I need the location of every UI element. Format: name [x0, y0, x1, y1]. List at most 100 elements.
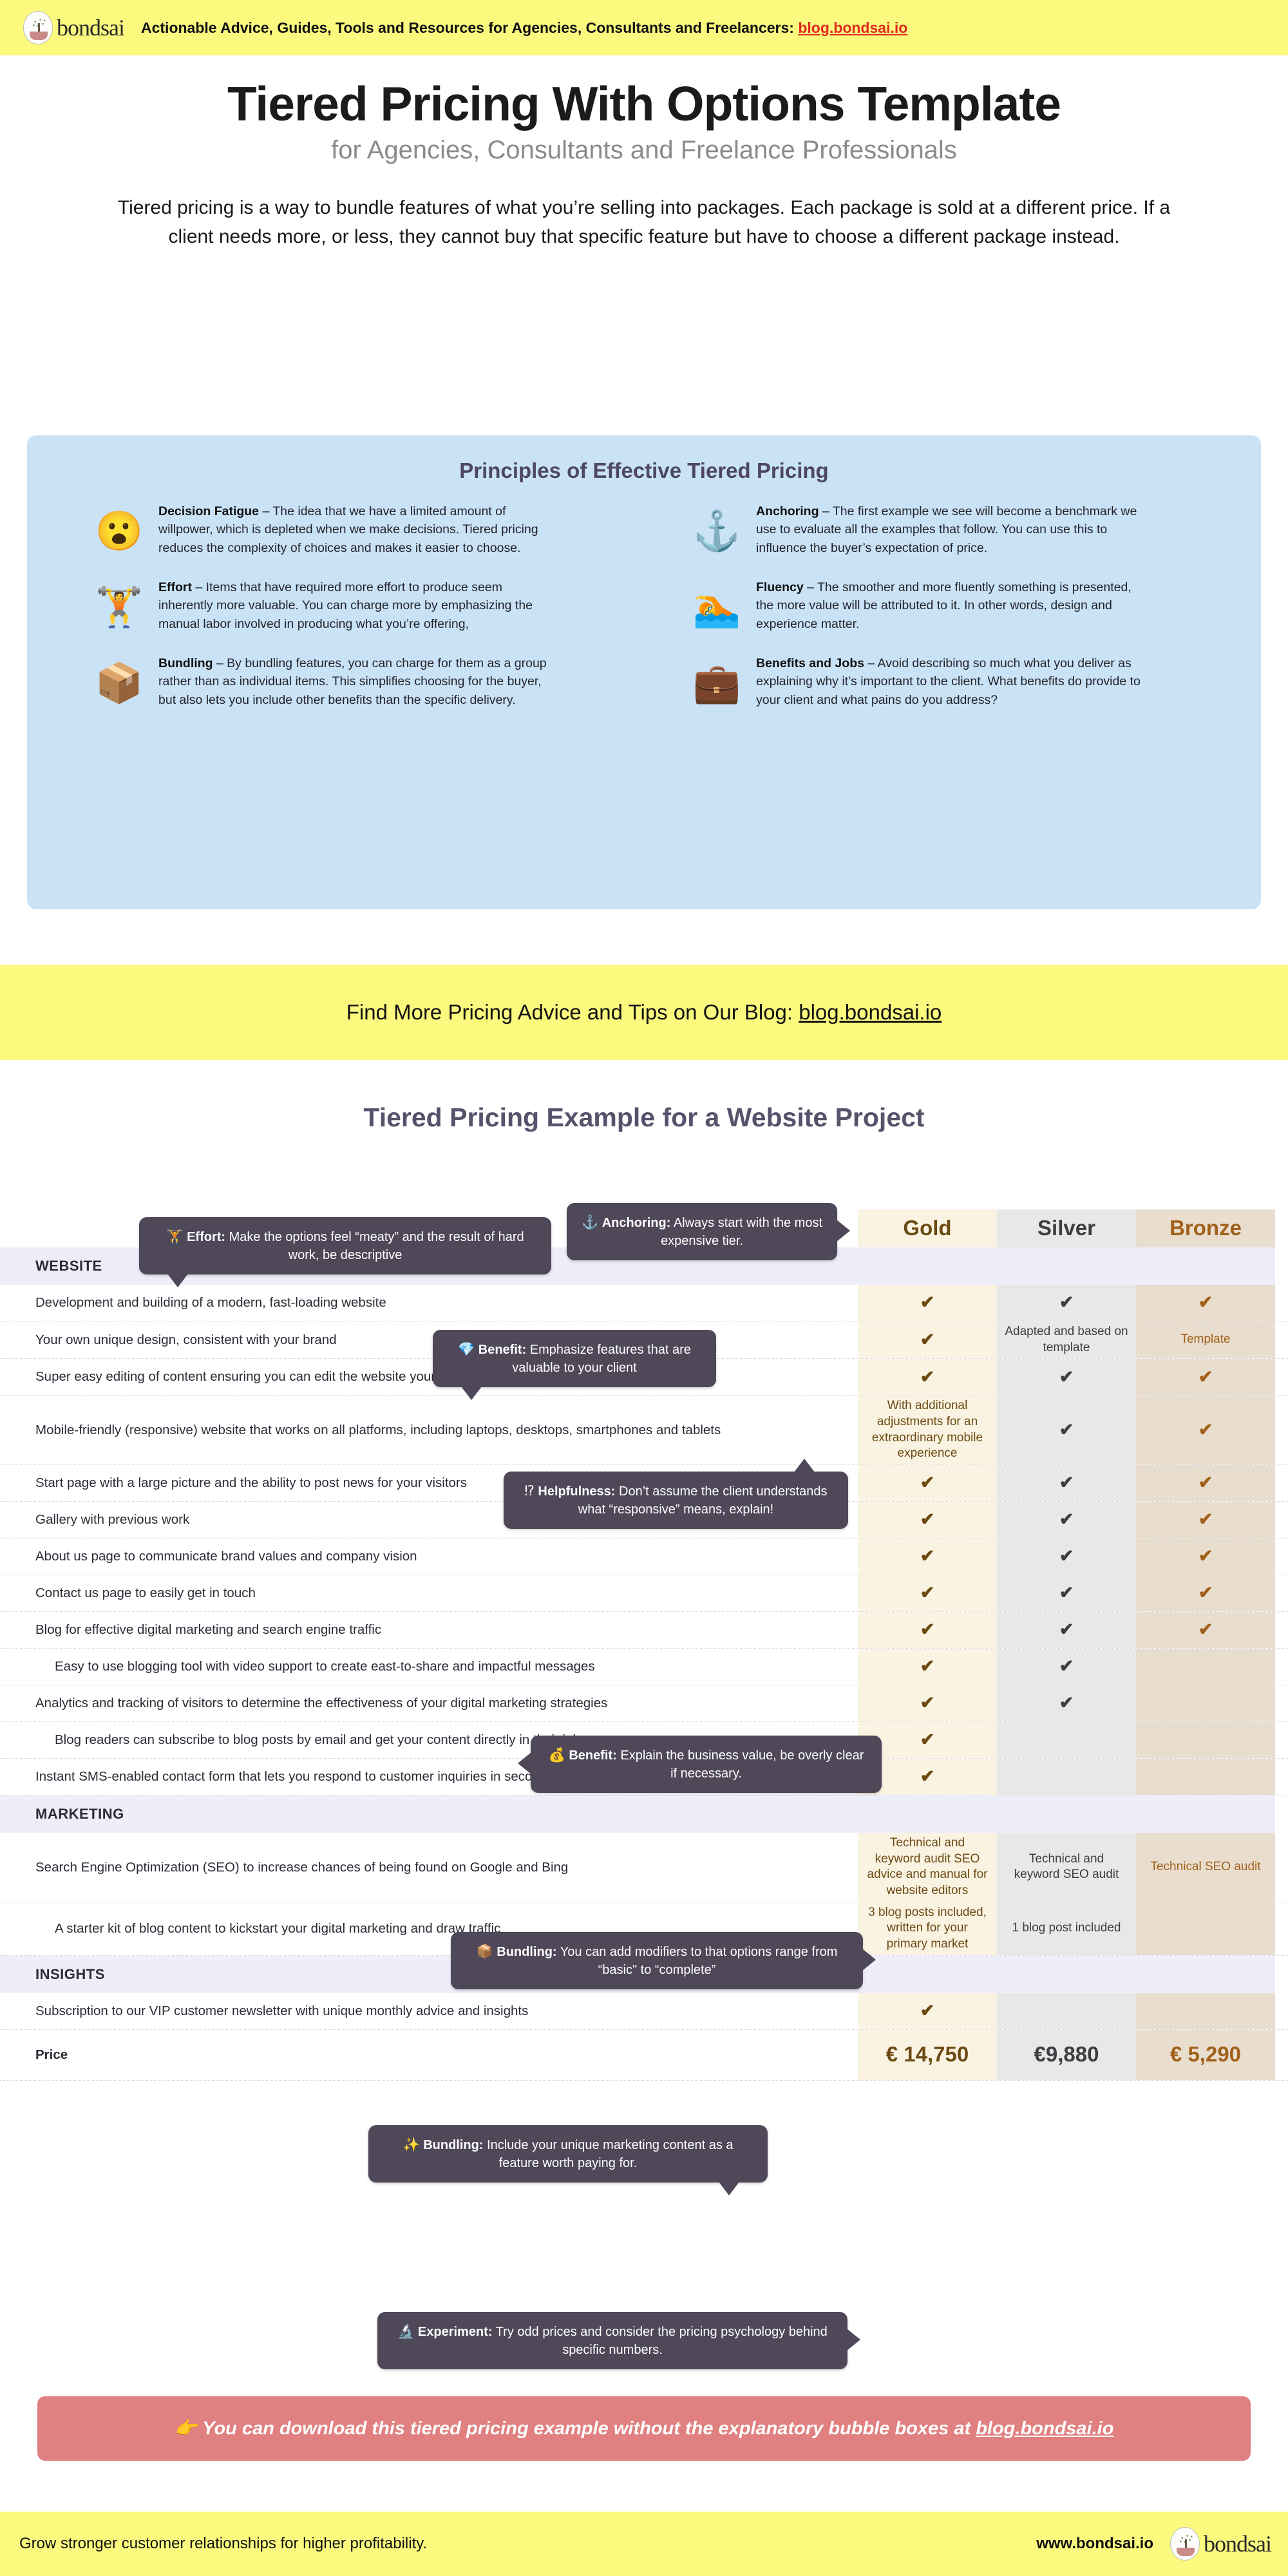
check-silver: ✔ — [997, 1539, 1136, 1575]
page-subtitle: for Agencies, Consultants and Freelance … — [331, 135, 957, 164]
callout-bundling-modifiers[interactable]: 📦 Bundling: You can add modifiers to tha… — [451, 1932, 876, 1990]
callout-text: Try odd prices and consider the pricing … — [492, 2325, 828, 2358]
weightlifter-icon: 🏋 — [166, 1229, 184, 1244]
check-gold: ✔ — [858, 1539, 997, 1575]
cell-bronze — [1136, 1722, 1275, 1759]
table-row: Easy to use blogging tool with video sup… — [0, 1649, 1288, 1686]
logo-wordmark: bondsai — [57, 15, 125, 41]
principles-panel: Principles of Effective Tiered Pricing 😮… — [27, 435, 1261, 909]
cell-bronze: Technical SEO audit — [1136, 1833, 1275, 1902]
cell-silver — [997, 1993, 1136, 2029]
callout-text: Don’t assume the client understands what… — [578, 1484, 828, 1517]
feature-label: Development and building of a modern, fa… — [35, 1295, 386, 1311]
bonsai-tree-icon — [23, 11, 53, 44]
callout-term: Benefit: — [569, 1748, 617, 1763]
principle-body: – The smoother and more fluently somethi… — [756, 580, 1132, 631]
cta-text: 👉 You can download this tiered pricing e… — [175, 2418, 1114, 2439]
footer-bar: Grow stronger customer relationships for… — [0, 2512, 1288, 2576]
cell-gold: 3 blog posts included, written for your … — [858, 1902, 997, 1955]
principle-body: – Items that have required more effort t… — [158, 580, 533, 631]
cta-link[interactable]: blog.bondsai.io — [976, 2418, 1113, 2439]
callout-text: You can add modifiers to that options ra… — [556, 1945, 838, 1978]
callout-term: Anchoring: — [601, 1216, 671, 1230]
top-tagline-text: Actionable Advice, Guides, Tools and Res… — [141, 19, 794, 36]
principle-text: Anchoring – The first example we see wil… — [756, 500, 1149, 557]
check-gold: ✔ — [858, 1575, 997, 1612]
check-bronze: ✔ — [1136, 1284, 1275, 1321]
check-gold: ✔ — [858, 1685, 997, 1722]
dumbbell-icon: 🏋 — [95, 585, 144, 629]
check-silver: ✔ — [997, 1359, 1136, 1396]
swimmer-icon: 🏊 — [692, 585, 741, 629]
column-header-bronze: Bronze — [1136, 1209, 1275, 1247]
table-row: About us page to communicate brand value… — [0, 1539, 1288, 1576]
cell-bronze — [1136, 1649, 1275, 1685]
callout-effort[interactable]: 🏋 Effort: Make the options feel “meaty” … — [139, 1217, 551, 1288]
column-header-silver: Silver — [997, 1209, 1136, 1247]
callout-experiment[interactable]: 🔬 Experiment: Try odd prices and conside… — [377, 2312, 860, 2370]
group-spacer-silver — [997, 1795, 1136, 1833]
feature-label: Blog for effective digital marketing and… — [35, 1622, 382, 1638]
principle-term: Decision Fatigue — [158, 504, 260, 518]
mid-banner-link[interactable]: blog.bondsai.io — [799, 1000, 942, 1024]
cta-label: You can download this tiered pricing exa… — [202, 2418, 976, 2439]
footer-url[interactable]: www.bondsai.io — [1036, 2535, 1153, 2553]
check-gold: ✔ — [858, 1612, 997, 1649]
check-silver: ✔ — [997, 1502, 1136, 1539]
callout-term: Bundling: — [497, 1945, 557, 1959]
bonsai-tree-icon — [1170, 2527, 1200, 2561]
feature-label: Contact us page to easily get in touch — [35, 1586, 256, 1601]
bondsai-logo: bondsai — [23, 11, 125, 44]
principles-heading: Principles of Effective Tiered Pricing — [459, 459, 829, 482]
check-silver: ✔ — [997, 1396, 1136, 1465]
check-bronze: ✔ — [1136, 1612, 1275, 1649]
table-row: Mobile-friendly (responsive) website tha… — [0, 1396, 1288, 1466]
download-cta-box[interactable]: 👉 You can download this tiered pricing e… — [37, 2396, 1251, 2461]
callout-bundling-marketing-content[interactable]: ✨ Bundling: Include your unique marketin… — [368, 2125, 768, 2196]
table-group-row: MARKETING — [0, 1795, 1288, 1833]
group-spacer-silver — [997, 1247, 1136, 1285]
callout-term: Effort: — [187, 1230, 226, 1244]
mid-banner: Find More Pricing Advice and Tips on Our… — [0, 965, 1288, 1060]
interrobang-icon: ⁉ — [524, 1484, 535, 1499]
anchor-icon: ⚓ — [581, 1215, 599, 1230]
table-section-title: Tiered Pricing Example for a Website Pro… — [363, 1103, 925, 1132]
footer-logo-wordmark: bondsai — [1204, 2531, 1272, 2557]
table-row: Search Engine Optimization (SEO) to incr… — [0, 1833, 1288, 1902]
group-spacer-gold — [858, 1955, 997, 1993]
check-gold: ✔ — [858, 1465, 997, 1502]
principles-left-column: 😮 Decision Fatigue – The idea that we ha… — [46, 500, 644, 711]
principle-text: Fluency – The smoother and more fluently… — [756, 576, 1149, 633]
principle-item: 🏊 Fluency – The smoother and more fluent… — [644, 576, 1242, 635]
check-bronze: ✔ — [1136, 1539, 1275, 1575]
callout-benefit-features[interactable]: 💎 Benefit: Emphasize features that are v… — [433, 1330, 716, 1401]
principle-term: Anchoring — [756, 504, 819, 518]
group-label: MARKETING — [0, 1795, 858, 1833]
principle-item: ⚓ Anchoring – The first example we see w… — [644, 500, 1242, 559]
callout-text: Always start with the most expensive tie… — [661, 1216, 822, 1249]
anchor-icon: ⚓ — [692, 509, 741, 553]
check-bronze: ✔ — [1136, 1502, 1275, 1539]
callout-benefit-business-value[interactable]: 💰 Benefit: Explain the business value, b… — [518, 1736, 882, 1794]
callout-helpfulness[interactable]: ⁉ Helpfulness: Don’t assume the client u… — [504, 1458, 848, 1530]
callout-anchoring[interactable]: ⚓ Anchoring: Always start with the most … — [567, 1203, 850, 1261]
principle-term: Fluency — [756, 580, 804, 594]
top-blog-link[interactable]: blog.bondsai.io — [798, 19, 907, 36]
principle-term: Effort — [158, 580, 192, 594]
feature-label: Super easy editing of content ensuring y… — [35, 1369, 473, 1385]
face-blowing-emoji-icon: 😮 — [95, 509, 144, 553]
footer-tagline: Grow stronger customer relationships for… — [19, 2535, 428, 2552]
cell-silver: Adapted and based on template — [997, 1321, 1136, 1359]
mid-banner-text: Find More Pricing Advice and Tips on Our… — [346, 1000, 942, 1025]
principle-item: 💼 Benefits and Jobs – Avoid describing s… — [644, 652, 1242, 711]
cell-silver: 1 blog post included — [997, 1902, 1136, 1955]
cell-bronze: Template — [1136, 1321, 1275, 1359]
group-spacer-bronze — [1136, 1795, 1275, 1833]
microscope-icon: 🔬 — [397, 2324, 415, 2339]
cell-silver — [997, 1722, 1136, 1759]
principles-right-column: ⚓ Anchoring – The first example we see w… — [644, 500, 1242, 711]
page-title: Tiered Pricing With Options Template — [227, 77, 1061, 131]
mid-banner-label: Find More Pricing Advice and Tips on Our… — [346, 1000, 799, 1024]
principle-body: – By bundling features, you can charge f… — [158, 656, 547, 707]
feature-label: Analytics and tracking of visitors to de… — [35, 1696, 608, 1711]
